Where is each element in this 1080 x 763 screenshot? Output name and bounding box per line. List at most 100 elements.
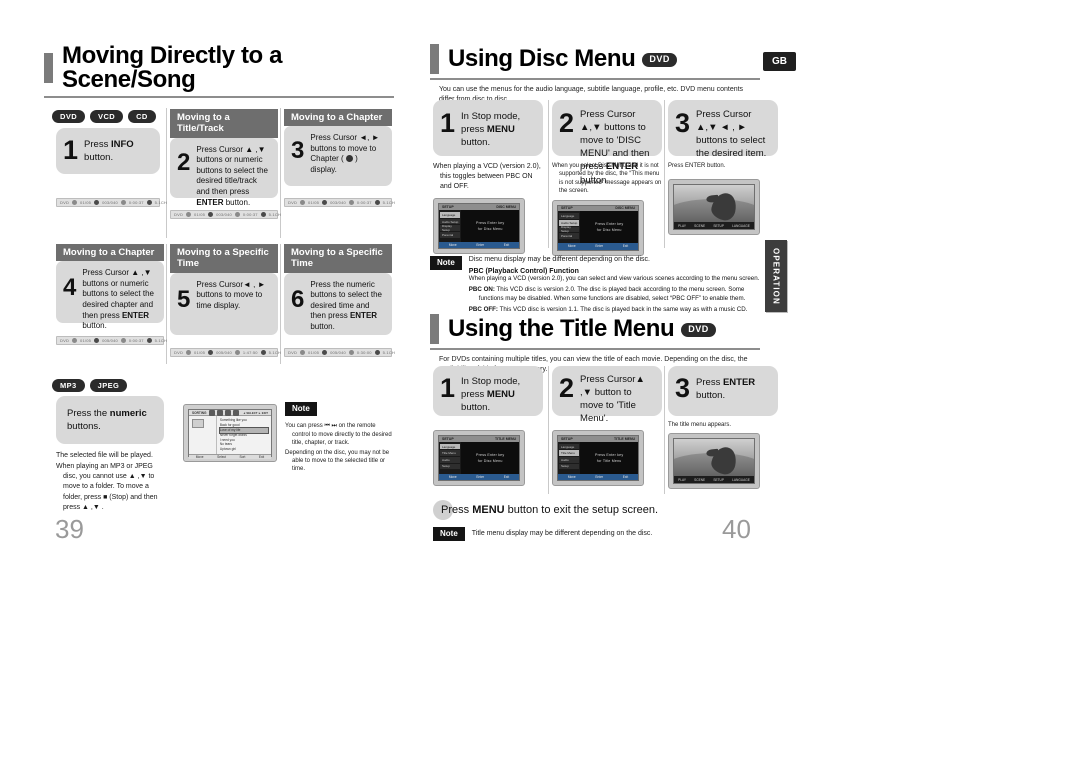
screen-main-area: Press Enter key for Disc Menu: [580, 211, 638, 244]
osd-strip-2: DVD 01/05 003/040 0:00:37 5.1CH: [170, 209, 281, 219]
footer-sort: Sort: [239, 455, 246, 460]
tm-step-1-bubble: 1 In Stop mode, press MENU button.: [433, 366, 543, 416]
dm-step-2-bullets: When you select Disc Menu and it is not …: [552, 162, 662, 196]
left-page-title-row: Moving Directly to a Scene/Song: [44, 44, 394, 92]
footer-move: Move: [567, 474, 576, 479]
title-underline: [430, 78, 760, 80]
step-4: Moving to a Chapter 4 Press Cursor ▲ ,▼ …: [56, 244, 167, 346]
menu-item[interactable]: Display Setup: [440, 224, 461, 232]
screen-photo-2: PLAY SCENE SETUP LANGUAGE: [668, 433, 760, 490]
folder-icon: [216, 409, 223, 416]
tm-step-3-text: Press ENTER button.: [696, 377, 756, 402]
title-menu-title-text: Using the Title Menu: [448, 315, 675, 342]
menu-item[interactable]: Parental: [440, 232, 461, 238]
step-2-caption: Moving to a Title/Track: [170, 109, 278, 138]
photo-footer-setup[interactable]: SETUP: [713, 224, 724, 228]
pbc-off-label: PBC OFF:: [468, 306, 498, 314]
screen-side-menu: Language Title Menu Audio Setup: [439, 441, 462, 474]
mp3-note-block: Note You can press ⏮ ⏭ on the remote con…: [285, 398, 393, 475]
menu-item[interactable]: Display Setup: [559, 225, 580, 233]
step-3-bubble: 3 Press Cursor ◄, ► buttons to move to C…: [284, 126, 392, 187]
photo-footer-language[interactable]: LANGUAGE: [732, 478, 750, 482]
disc-menu-title: Using Disc Menu DVD: [448, 47, 677, 71]
screen-title-menu-2: SETUP TITLE MENU Language Title Menu Aud…: [552, 430, 644, 486]
menu-item[interactable]: Setup: [559, 463, 580, 470]
disc-menu-note-bullet: Disc menu display may be different depen…: [468, 256, 650, 263]
note-badge: Note: [285, 402, 317, 417]
footer-exit: Exit: [503, 474, 510, 479]
footer-exit: Exit: [622, 474, 629, 479]
photo-footer-play[interactable]: PLAY: [678, 224, 686, 228]
mp3-bullet-2: When playing an MP3 or JPEG disc, you ca…: [56, 463, 158, 511]
screen-side-menu: Language Audio Setup Display Setup Paren…: [558, 211, 581, 244]
screen-top-right: TITLE MENU: [614, 436, 635, 441]
menu-item[interactable]: Audio: [559, 456, 580, 463]
step-6-caption: Moving to a Specific Time: [284, 244, 392, 273]
title-underline: [430, 348, 760, 350]
mp3-sorting-label: SORTING: [192, 410, 207, 415]
step-4-bubble: 4 Press Cursor ▲ ,▼ buttons or numeric b…: [56, 261, 164, 330]
menu-item[interactable]: Title Menu: [559, 450, 580, 456]
menu-item[interactable]: Language: [440, 443, 461, 450]
exit-instruction: Press MENU button to exit the setup scre…: [433, 500, 658, 520]
tm-step-2-bubble: 2 Press Cursor▲ ,▼ button to move to 'Ti…: [552, 366, 662, 424]
photo-footer-scene[interactable]: SCENE: [694, 224, 705, 228]
menu-item[interactable]: Language: [440, 212, 461, 218]
title-accent-bar: [430, 44, 439, 74]
column-divider: [166, 244, 167, 364]
menu-item[interactable]: Parental: [559, 233, 580, 239]
menu-item[interactable]: Audio: [440, 456, 461, 463]
screen-side-menu: Language Title Menu Audio Setup: [558, 441, 581, 474]
photo-footer-play[interactable]: PLAY: [678, 478, 686, 482]
dm-step-3-bullet: Press ENTER button.: [668, 163, 726, 169]
title-menu-title: Using the Title Menu DVD: [448, 317, 716, 341]
menu-item[interactable]: Setup: [440, 463, 461, 470]
photo-menu-bar: PLAY SCENE SETUP LANGUAGE: [674, 476, 754, 484]
title-underline: [44, 96, 394, 98]
screen-top-right: TITLE MENU: [495, 436, 516, 441]
footer-enter: Enter: [595, 244, 604, 249]
step-2-bubble: 2 Press Cursor ▲ ,▼ buttons or numeric b…: [170, 137, 278, 207]
column-divider: [280, 108, 281, 238]
step-5-bubble: 5 Press Cursor◄ , ► buttons to move to t…: [170, 272, 278, 335]
menu-item[interactable]: Language: [559, 213, 580, 219]
osd-strip-1: DVD 01/05 003/040 0:00:37 5.1CH: [56, 198, 167, 207]
screen-side-menu: Language Audio Setup Display Setup Paren…: [439, 210, 462, 243]
screen-line: Press Enter key: [476, 221, 505, 226]
dm-step-3-number: 3: [675, 108, 691, 138]
footer-enter: Enter: [476, 243, 485, 248]
footer-exit: Exit: [622, 244, 629, 249]
dm-step-1-bubble: 1 In Stop mode, press MENU button.: [433, 100, 543, 156]
step-3-number: 3: [291, 137, 305, 165]
mp3-screen-footer: Move Select Sort Exit: [189, 454, 271, 460]
tm-step-2: 2 Press Cursor▲ ,▼ button to move to 'Ti…: [552, 366, 662, 486]
screen-footer: Move Enter Exit: [558, 243, 638, 250]
photo-footer-setup[interactable]: SETUP: [713, 478, 724, 482]
track-item[interactable]: Uptown girl: [220, 447, 268, 452]
menu-item[interactable]: Language: [559, 443, 580, 450]
photo-footer-scene[interactable]: SCENE: [694, 478, 705, 482]
disc-menu-note-bullet-wrap: Disc menu display may be different depen…: [469, 255, 765, 265]
pill-vcd: VCD: [90, 110, 124, 123]
footer-move: Move: [448, 474, 457, 479]
screen-line: Press Enter key: [595, 452, 624, 457]
dm-step-2-text: Press Cursor ▲,▼ buttons to move to 'DIS…: [580, 109, 650, 186]
pbc-intro: When playing a VCD (version 2.0), you ca…: [468, 275, 760, 283]
tm-step-2-number: 2: [559, 373, 575, 403]
screen-top-left: SETUP: [442, 436, 454, 441]
title-accent-bar: [44, 53, 53, 83]
disc-menu-title-text: Using Disc Menu: [448, 45, 636, 72]
screen-footer: Move Enter Exit: [439, 242, 519, 249]
photo-footer-language[interactable]: LANGUAGE: [732, 224, 750, 228]
column-divider: [166, 108, 167, 238]
screen-main-area: Press Enter key for Title Menu: [580, 441, 638, 474]
menu-item[interactable]: Title Menu: [440, 450, 461, 456]
note-badge: Note: [430, 256, 462, 271]
footer-move: Move: [448, 243, 457, 248]
screen-line: Press Enter key: [476, 452, 505, 457]
screen-footer: Move Enter Exit: [558, 473, 638, 480]
dm-step-1: 1 In Stop mode, press MENU button. When …: [433, 100, 543, 255]
pill-dvd: DVD: [52, 110, 86, 123]
disc-menu-note: Note Disc menu display may be different …: [430, 255, 765, 315]
root-folder-icon: [192, 419, 204, 429]
